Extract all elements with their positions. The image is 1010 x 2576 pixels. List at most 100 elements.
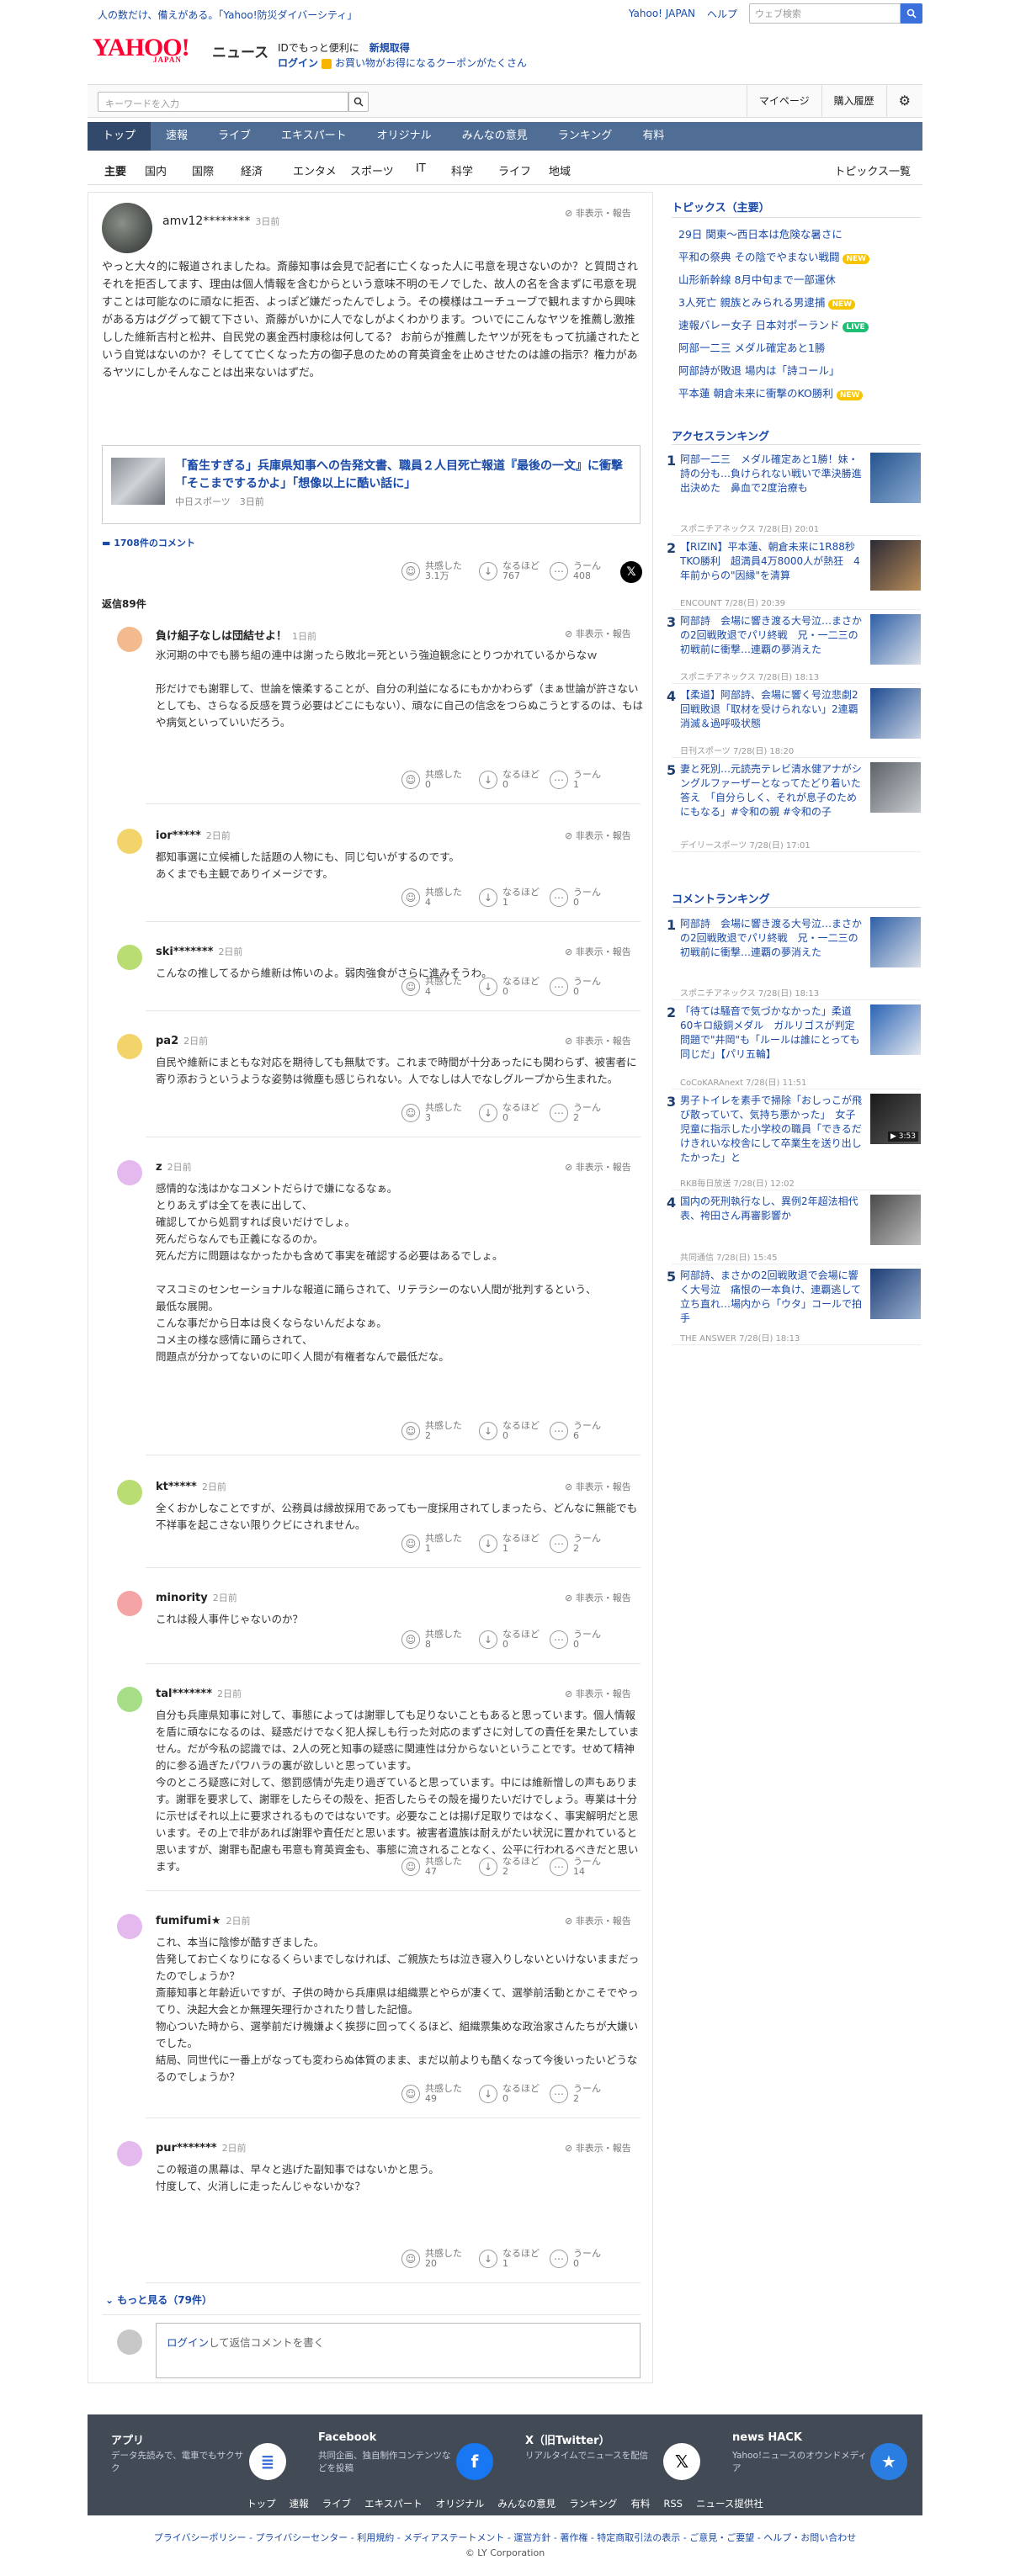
ranking-item[interactable]: 3 阿部詩 会場に響き渡る大号泣…まさかの2回戦敗退でパリ終戦 兄・一二三の初戦前… (662, 614, 922, 688)
nav-tab[interactable]: オリジナル (362, 122, 447, 151)
rank-title[interactable]: 阿部一二三 メダル確定あと1勝！妹・詩の分も…負けられない戦いで準決勝進出決めた… (680, 453, 864, 496)
reaction-button[interactable]: ☺ 共感した 2 (401, 1421, 462, 1441)
footer-card-title[interactable]: X（旧Twitter） (525, 2431, 610, 2447)
reply-username[interactable]: kt***** (156, 1481, 197, 1493)
reply-user[interactable]: tal******* 2日前 (156, 1687, 242, 1700)
web-search-input[interactable]: ウェブ検索 (749, 3, 901, 24)
category-tab[interactable]: 地域 (549, 162, 571, 178)
reaction-button[interactable]: ☺ 共感した 4 (401, 977, 462, 997)
footer-links[interactable]: プライバシーポリシー - プライバシーセンター - 利用規約 - メディアステー… (88, 2531, 922, 2544)
reaction-button[interactable]: ↓ なるほど 0 (479, 1103, 540, 1123)
show-more-button[interactable]: ⌄ もっと見る（79件） (105, 2292, 212, 2307)
footer-card[interactable]: news HACK Yahoo!ニュースのオウンドメディア ★ (720, 2431, 922, 2490)
topic-title[interactable]: 平本蓮 朝倉未来に衝撃のKO勝利 (678, 387, 833, 400)
reaction-button[interactable]: ⋯ うーん 2 (550, 1103, 601, 1123)
topic-item[interactable]: 平和の祭典 その陰でやまない戦闘 NEW (678, 248, 870, 264)
rank-title[interactable]: 【RIZIN】平本蓮、朝倉未来に1R88秒TKO勝利 超満員4万8000人が熱狂… (680, 540, 864, 583)
reaction-button[interactable]: ☺ 共感した 3 (401, 1103, 462, 1123)
reaction-button[interactable]: ☺ 共感した 49 (401, 2084, 462, 2104)
reaction-button[interactable]: ☺ 共感した 47 (401, 1857, 462, 1877)
yahoo-japan-link[interactable]: Yahoo! JAPAN (629, 8, 695, 19)
topic-item[interactable]: 山形新幹線 8月中旬まで一部運休 (678, 271, 836, 287)
x-share-button[interactable]: 𝕏 (620, 561, 642, 583)
help-link[interactable]: ヘルプ (707, 7, 737, 21)
reaction-button[interactable]: ☺ 共感した 4 (401, 888, 462, 908)
reply-user[interactable]: ski******* 2日前 (156, 945, 242, 958)
reaction-button[interactable]: ☺ 共感した 1 (401, 1534, 462, 1554)
reaction-button[interactable]: ⋯ うーん 0 (550, 977, 601, 997)
ranking-item[interactable]: 3 男子トイレを素手で掃除「おしっこが飛び散っていて、気持ち悪かった」 女子児童に… (662, 1094, 922, 1195)
hide-report-link[interactable]: ⊘ 非表示・報告 (565, 829, 631, 842)
ranking-item[interactable]: 4 【柔道】阿部詩、会場に響く号泣悲劇2回戦敗退「取材を受けられない」2連覇消滅＆… (662, 688, 922, 762)
footer-nav-link[interactable]: RSS (663, 2498, 683, 2510)
nav-tab[interactable]: みんなの意見 (447, 122, 543, 151)
reaction-button[interactable]: ↓ なるほど 0 (479, 977, 540, 997)
web-search-button[interactable] (901, 3, 922, 24)
reply-user[interactable]: minority 2日前 (156, 1591, 237, 1604)
reaction-button[interactable]: ↓ なるほど 1 (479, 2249, 540, 2269)
reaction-button[interactable]: ↓ なるほど 0 (479, 770, 540, 790)
nav-tab[interactable]: エキスパート (266, 122, 362, 151)
footer-nav-link[interactable]: オリジナル (436, 2498, 485, 2510)
reaction-button[interactable]: ↓ なるほど 0 (479, 1421, 540, 1441)
nav-tab[interactable]: ランキング (543, 122, 628, 151)
reply-username[interactable]: ior***** (156, 830, 201, 842)
article-link-card[interactable]: 「畜生すぎる」兵庫県知事への告発文書、職員２人目死亡報道『最後の一文』に衝撃「そ… (102, 445, 641, 524)
reaction-button[interactable]: ⋯ うーん 2 (550, 2084, 601, 2104)
rank-title[interactable]: 男子トイレを素手で掃除「おしっこが飛び散っていて、気持ち悪かった」 女子児童に指… (680, 1094, 864, 1165)
footer-nav-link[interactable]: みんなの意見 (497, 2498, 556, 2510)
footer-card[interactable]: Facebook 共同企画、独自制作コンテンツなどを投稿 f (306, 2431, 508, 2490)
reply-username[interactable]: pa2 (156, 1035, 178, 1047)
reaction-button[interactable]: ⋯ うーん 6 (550, 1421, 601, 1441)
topic-title[interactable]: 平和の祭典 その陰でやまない戦闘 (678, 251, 839, 263)
hide-report-link[interactable]: ⊘ 非表示・報告 (565, 1914, 631, 1927)
reaction-button[interactable]: ⋯ うーん 0 (550, 1630, 601, 1650)
category-tab[interactable]: ライフ (498, 162, 531, 178)
footer-nav-link[interactable]: ニュース提供社 (696, 2498, 763, 2510)
topic-title[interactable]: 29日 関東〜西日本は危険な暑さに (678, 228, 843, 241)
topic-item[interactable]: 平本蓮 朝倉未来に衝撃のKO勝利 NEW (678, 384, 864, 400)
reply-username[interactable]: fumifumi★ (156, 1915, 221, 1927)
footer-nav-link[interactable]: 有料 (630, 2498, 650, 2510)
history-link[interactable]: 購入履歴 (821, 85, 886, 117)
hide-report-link[interactable]: ⊘ 非表示・報告 (565, 1160, 631, 1174)
reply-user[interactable]: 負け組子なしは団結せよ！ 1日前 (156, 627, 316, 643)
rank-title[interactable]: 阿部詩、まさかの2回戦敗退で会場に響く大号泣 痛恨の一本負け、連覇逃して立ち直れ… (680, 1269, 864, 1326)
topic-item[interactable]: 阿部一二三 メダル確定あと1勝 (678, 339, 825, 355)
reaction-button[interactable]: ↓ なるほど 0 (479, 2084, 540, 2104)
reply-username[interactable]: tal******* (156, 1688, 212, 1700)
ranking-item[interactable]: 5 阿部詩、まさかの2回戦敗退で会場に響く大号泣 痛恨の一本負け、連覇逃して立ち直… (662, 1269, 922, 1349)
hide-report-link[interactable]: ⊘ 非表示・報告 (565, 206, 631, 220)
hide-report-link[interactable]: ⊘ 非表示・報告 (565, 1480, 631, 1493)
reaction-button[interactable]: ⋯ うーん 14 (550, 1857, 601, 1877)
register-link[interactable]: 新規取得 (369, 42, 410, 54)
footer-card-title[interactable]: Facebook (318, 2431, 376, 2444)
ranking-item[interactable]: 5 妻と死別…元読売テレビ清水健アナがシングルファーザーとなってたどり着いた答え … (662, 762, 922, 856)
reaction-button[interactable]: ⋯ うーん 2 (550, 1534, 601, 1554)
category-tab[interactable]: 国際 (192, 162, 214, 178)
reply-username[interactable]: pur******* (156, 2142, 217, 2155)
rank-title[interactable]: 阿部詩 会場に響き渡る大号泣…まさかの2回戦敗退でパリ終戦 兄・一二三の初戦前に… (680, 917, 864, 960)
category-tab[interactable]: 国内 (145, 162, 167, 178)
promo-link[interactable]: 人の数だけ、備えがある。「Yahoo!防災ダイバーシティ」 (98, 8, 357, 22)
reaction-button[interactable]: ↓ なるほど 1 (479, 888, 540, 908)
login-link[interactable]: ログイン (278, 57, 318, 69)
comments-count-link[interactable]: ▬ 1708件のコメント (102, 536, 195, 549)
reaction-button[interactable]: ⋯ うーん 0 (550, 2249, 601, 2269)
reply-user[interactable]: fumifumi★ 2日前 (156, 1914, 250, 1927)
rank-title[interactable]: 阿部詩 会場に響き渡る大号泣…まさかの2回戦敗退でパリ終戦 兄・一二三の初戦前に… (680, 614, 864, 657)
rank-title[interactable]: 【柔道】阿部詩、会場に響く号泣悲劇2回戦敗退「取材を受けられない」2連覇消滅＆過… (680, 688, 864, 731)
rank-title[interactable]: 国内の死刑執行なし、異例2年超法相代表、袴田さん再審影響か (680, 1195, 864, 1223)
reply-user[interactable]: pur******* 2日前 (156, 2141, 247, 2155)
reaction-button[interactable]: ☺ 共感した 8 (401, 1630, 462, 1650)
hide-report-link[interactable]: ⊘ 非表示・報告 (565, 1034, 631, 1047)
reply-username[interactable]: minority (156, 1592, 208, 1604)
news-search-input[interactable]: キーワードを入力 (98, 92, 348, 112)
nav-tab[interactable]: トップ (88, 122, 152, 151)
footer-nav-link[interactable]: ライブ (322, 2498, 352, 2510)
ranking-item[interactable]: 4 国内の死刑執行なし、異例2年超法相代表、袴田さん再審影響か 共同通信 7/28(… (662, 1195, 922, 1269)
coupon-link[interactable]: お買い物がお得になるクーポンがたくさん (335, 57, 527, 69)
reaction-button[interactable]: ☺ 共感した 20 (401, 2249, 462, 2269)
ranking-item[interactable]: 1 阿部一二三 メダル確定あと1勝！妹・詩の分も…負けられない戦いで準決勝進出決め… (662, 453, 922, 540)
yahoo-logo[interactable]: YAHOO! JAPAN (93, 34, 190, 64)
